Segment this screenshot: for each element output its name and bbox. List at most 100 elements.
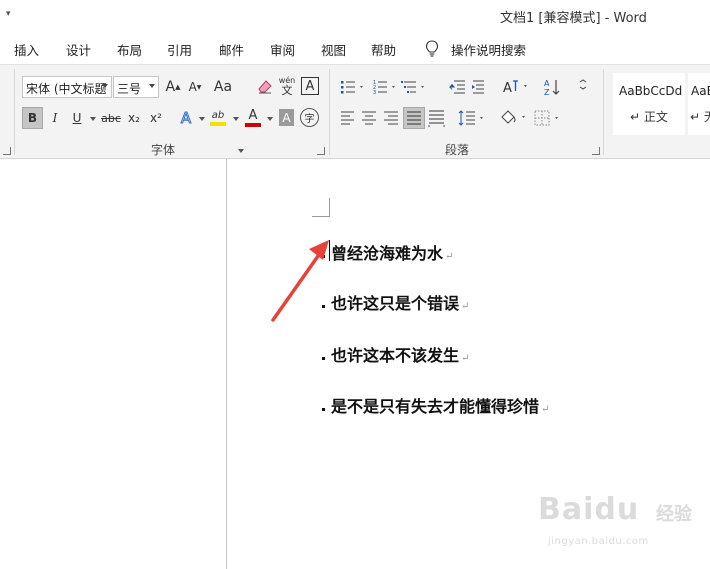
style-name-text: 无 <box>703 110 710 124</box>
tab-references[interactable]: 引用 <box>167 40 192 59</box>
superscript-icon: x² <box>150 111 162 125</box>
tab-mailings[interactable]: 邮件 <box>219 40 244 59</box>
subscript-icon: x₂ <box>128 111 140 125</box>
style-name: ↵ 正文 <box>630 110 668 124</box>
font-name-value: 宋体 (中文标题 <box>26 82 107 96</box>
character-border-icon: A <box>305 78 315 94</box>
font-color-button[interactable]: A <box>243 105 263 131</box>
margin-corner-mark <box>312 198 330 217</box>
tell-me-search[interactable]: 操作说明搜索 <box>451 40 526 59</box>
chevron-down-icon[interactable] <box>90 117 96 121</box>
character-border-button[interactable]: A <box>301 77 319 95</box>
watermark-brand: Baidu <box>538 492 640 527</box>
ribbon: 宋体 (中文标题 三号 A ▲ A ▼ Aa wén 文 A B I U abc x… <box>0 64 710 159</box>
paragraph-4[interactable]: 是不是只有失去才能懂得珍惜 ↵ <box>322 393 549 417</box>
quick-access-dropdown[interactable]: ▾ <box>6 9 11 19</box>
subscript-button[interactable]: x₂ <box>124 107 144 129</box>
bullet-mark <box>322 357 325 360</box>
chevron-down-icon[interactable] <box>199 117 205 121</box>
shrink-font-icon: A <box>188 80 197 94</box>
line-spacing-icon[interactable] <box>457 108 487 128</box>
font-color-icon: A <box>248 108 258 123</box>
tab-layout[interactable]: 布局 <box>117 40 142 59</box>
font-group-label: 字体 <box>151 143 176 157</box>
watermark-cn: 经验 <box>656 504 692 525</box>
tab-insert[interactable]: 插入 <box>14 40 39 59</box>
font-size-value: 三号 <box>117 82 142 96</box>
borders-icon[interactable] <box>533 108 563 128</box>
highlight-color-swatch <box>210 122 226 126</box>
highlight-button[interactable]: ab <box>208 105 228 131</box>
italic-icon: I <box>52 111 58 125</box>
annotation-arrow-icon <box>271 240 329 322</box>
tab-view[interactable]: 视图 <box>321 40 346 59</box>
style-name-text: 正文 <box>643 110 668 124</box>
style-sample: AaBbCcDd <box>619 84 683 98</box>
character-shading-icon: A <box>282 110 291 125</box>
paragraph-3[interactable]: 也许这本不该发生 ↵ <box>322 342 469 366</box>
window-title: 文档1 [兼容模式] - Word <box>500 11 647 26</box>
list-buttons-icons[interactable]: 123 <box>340 78 436 96</box>
clear-formatting-icon[interactable] <box>256 77 274 95</box>
align-left-center-right-icons[interactable] <box>340 110 400 126</box>
underline-button[interactable]: U <box>67 107 87 129</box>
paragraph-mark: ↵ <box>541 404 550 415</box>
svg-text:A: A <box>544 79 550 88</box>
font-color-swatch <box>245 123 261 127</box>
show-formatting-marks-icon[interactable] <box>576 77 594 97</box>
chevron-down-icon[interactable] <box>267 117 273 121</box>
style-no-spacing[interactable]: AaB ↵ 无 <box>688 73 710 135</box>
phonetic-guide-bottom: 文 <box>281 84 293 97</box>
character-shading-button[interactable]: A <box>279 109 294 126</box>
clipboard-launcher-icon[interactable] <box>3 147 11 155</box>
paragraph-mark: ↵ <box>461 353 470 364</box>
chinese-layout-icon[interactable]: A <box>501 77 531 97</box>
distributed-align-icon[interactable] <box>428 109 446 127</box>
chevron-down-icon[interactable] <box>233 117 239 121</box>
paragraph-launcher-icon[interactable] <box>592 147 600 155</box>
bold-button[interactable]: B <box>22 107 43 129</box>
highlighter-icon: ab <box>211 110 225 121</box>
chevron-down-icon[interactable] <box>238 149 244 153</box>
style-sample: AaB <box>691 84 710 98</box>
font-size-combo[interactable]: 三号 <box>113 76 159 98</box>
paragraph-text: 是不是只有失去才能懂得珍惜 <box>331 397 540 416</box>
change-case-icon: Aa <box>213 79 233 95</box>
sort-icon[interactable]: A Z <box>543 77 563 97</box>
grow-font-button[interactable]: A ▲ <box>163 76 183 98</box>
svg-text:Z: Z <box>544 88 550 97</box>
justify-button[interactable] <box>403 107 425 129</box>
shading-icon[interactable] <box>498 107 528 129</box>
strikethrough-icon: abc <box>101 111 121 125</box>
phonetic-guide-button[interactable]: wén 文 <box>277 73 297 99</box>
font-name-combo[interactable]: 宋体 (中文标题 <box>22 76 112 98</box>
font-launcher-icon[interactable] <box>317 147 325 155</box>
change-case-button[interactable]: Aa <box>213 76 233 98</box>
bullet-mark <box>322 408 325 411</box>
grow-font-icon: A <box>165 79 176 95</box>
bold-icon: B <box>27 111 38 125</box>
enclose-characters-button[interactable]: 字 <box>300 108 319 127</box>
tab-review[interactable]: 审阅 <box>270 40 295 59</box>
group-separator <box>329 69 330 155</box>
style-name: ↵ 无 <box>690 108 710 125</box>
underline-icon: U <box>72 111 82 125</box>
paragraph-group-label: 段落 <box>445 143 470 157</box>
paragraph-text: 也许这只是个错误 <box>331 294 460 313</box>
tab-help[interactable]: 帮助 <box>371 40 396 59</box>
svg-text:A: A <box>503 81 512 96</box>
superscript-button[interactable]: x² <box>146 107 166 129</box>
group-separator <box>14 69 15 155</box>
baidu-jingyan-watermark: Baidu 经验 jingyan.baidu.com <box>538 488 708 558</box>
chevron-down-icon <box>149 84 155 88</box>
page-left-edge <box>226 159 227 569</box>
paragraph-2[interactable]: 也许这只是个错误 ↵ <box>322 290 469 314</box>
style-normal[interactable]: AaBbCcDd ↵ 正文 <box>613 73 685 135</box>
strikethrough-button[interactable]: abc <box>101 107 121 129</box>
paragraph-1[interactable]: 曾经沧海难为水 ↵ <box>322 240 453 264</box>
italic-button[interactable]: I <box>45 107 65 129</box>
shrink-font-button[interactable]: A ▼ <box>185 76 205 98</box>
text-effects-button[interactable]: A <box>176 107 196 129</box>
indent-icons[interactable] <box>447 78 493 96</box>
tab-design[interactable]: 设计 <box>66 40 91 59</box>
